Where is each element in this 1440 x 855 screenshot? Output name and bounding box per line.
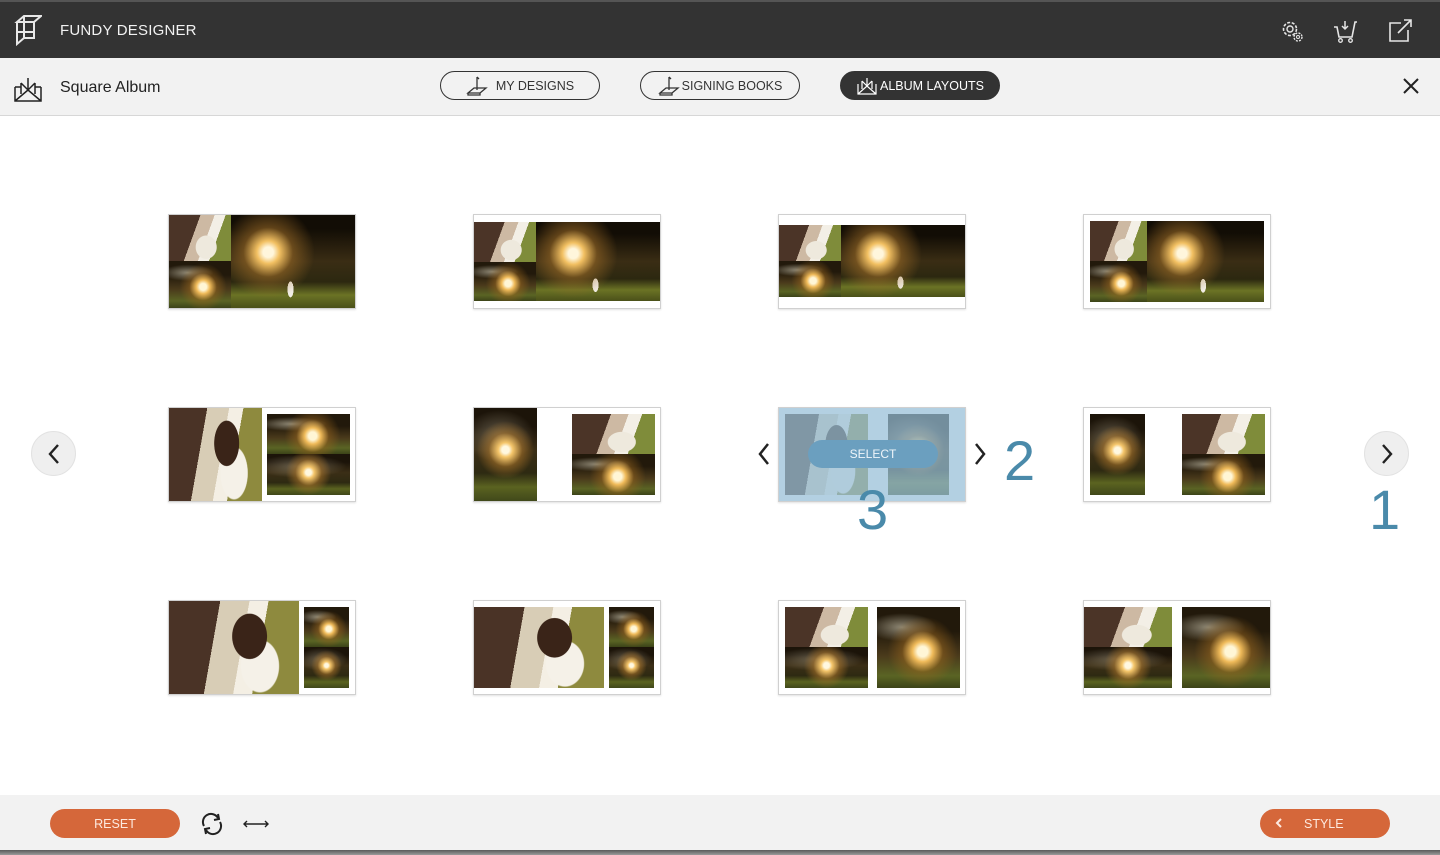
photo-sunlit-trees: [1090, 414, 1145, 495]
footer-toolbar: RESET STYLE: [0, 795, 1440, 853]
album-title: Square Album: [60, 79, 161, 96]
album-book-icon: [14, 78, 42, 102]
layout-thumbnail[interactable]: [473, 407, 661, 502]
layout-thumbnail[interactable]: [1083, 407, 1271, 502]
layout-thumbnail[interactable]: [473, 214, 661, 309]
tab-my-designs[interactable]: MY DESIGNS: [440, 71, 600, 100]
fundy-logo-icon: [14, 15, 42, 46]
layout-thumbnail[interactable]: [1083, 214, 1271, 309]
photo-couple: [474, 222, 536, 262]
layout-thumbnail[interactable]: [778, 600, 966, 695]
album-book-icon: [857, 77, 877, 95]
previous-page-button[interactable]: [31, 431, 76, 476]
chevron-left-icon: [47, 443, 59, 464]
annotation-number: 2: [1004, 429, 1036, 492]
external-link-icon[interactable]: [1387, 18, 1413, 44]
photo-trees: [304, 647, 349, 688]
photo-bride-portrait: [169, 408, 262, 501]
layout-thumbnail[interactable]: [778, 214, 966, 309]
swap-horizontal-icon[interactable]: [242, 817, 270, 831]
photo-sunlit-trees: [841, 225, 965, 297]
photo-trees: [1090, 261, 1147, 302]
layout-thumbnail[interactable]: [473, 600, 661, 695]
cart-download-icon[interactable]: [1332, 18, 1358, 44]
tab-my-designs-label: MY DESIGNS: [495, 78, 575, 93]
reset-button[interactable]: RESET: [50, 809, 180, 838]
previous-variant-arrow-icon[interactable]: [756, 441, 772, 467]
photo-couple: [572, 414, 655, 454]
tab-signing-books-label: SIGNING BOOKS: [681, 78, 783, 93]
photo-couple-portrait: [474, 607, 604, 688]
layout-thumbnail[interactable]: [168, 600, 356, 695]
tab-album-layouts-label: ALBUM LAYOUTS: [880, 78, 984, 93]
next-page-button[interactable]: [1364, 431, 1409, 476]
signing-pen-icon: [466, 76, 488, 96]
select-button[interactable]: SELECT: [808, 440, 938, 468]
photo-trees: [572, 454, 655, 495]
photo-sunlit-trees: [536, 222, 660, 301]
album-toolbar: Square Album MY DESIGNS SIGNING BOOKS AL…: [0, 58, 1440, 116]
settings-gears-icon[interactable]: [1279, 18, 1305, 44]
photo-trees: [304, 607, 349, 647]
tab-signing-books[interactable]: SIGNING BOOKS: [640, 71, 800, 100]
photo-trees: [1182, 454, 1265, 495]
photo-couple: [169, 215, 231, 261]
style-button-label: STYLE: [1304, 817, 1344, 831]
photo-trees: [1182, 607, 1270, 688]
photo-couple: [785, 607, 868, 647]
style-button[interactable]: STYLE: [1260, 809, 1390, 838]
signing-pen-icon: [657, 76, 680, 96]
chevron-right-icon: [1381, 443, 1393, 464]
annotation-number: 1: [1369, 478, 1401, 541]
tab-album-layouts[interactable]: ALBUM LAYOUTS: [840, 71, 1000, 100]
photo-trees: [267, 414, 350, 454]
photo-trees: [169, 261, 231, 308]
photo-couple: [1090, 221, 1147, 261]
photo-trees: [267, 454, 350, 495]
photo-sunlit-trees: [1147, 221, 1264, 302]
close-icon[interactable]: [1400, 75, 1422, 97]
photo-trees: [474, 262, 536, 301]
photo-sunlit-trees: [1084, 647, 1172, 688]
next-variant-arrow-icon[interactable]: [972, 441, 988, 467]
photo-sunlit-trees: [785, 647, 868, 688]
photo-couple: [779, 225, 841, 261]
layout-thumbnail[interactable]: [1083, 600, 1271, 695]
annotation-number: 3: [857, 478, 889, 541]
photo-trees: [779, 261, 841, 297]
app-header: FUNDY DESIGNER: [0, 0, 1440, 58]
window-edge: [0, 850, 1440, 855]
photo-couple: [1084, 607, 1172, 647]
photo-trees: [609, 607, 654, 647]
photo-couple: [1182, 414, 1265, 454]
photo-trees: [609, 647, 654, 688]
photo-sunlit-trees: [474, 408, 537, 501]
chevron-left-icon: [1275, 818, 1282, 828]
photo-couple-portrait: [169, 601, 299, 694]
photo-sunlit-trees: [231, 215, 355, 308]
layout-thumbnail[interactable]: [168, 214, 356, 309]
photo-trees: [877, 607, 960, 688]
layout-thumbnail[interactable]: [168, 407, 356, 502]
app-title: FUNDY DESIGNER: [60, 22, 197, 39]
refresh-icon[interactable]: [199, 811, 225, 837]
